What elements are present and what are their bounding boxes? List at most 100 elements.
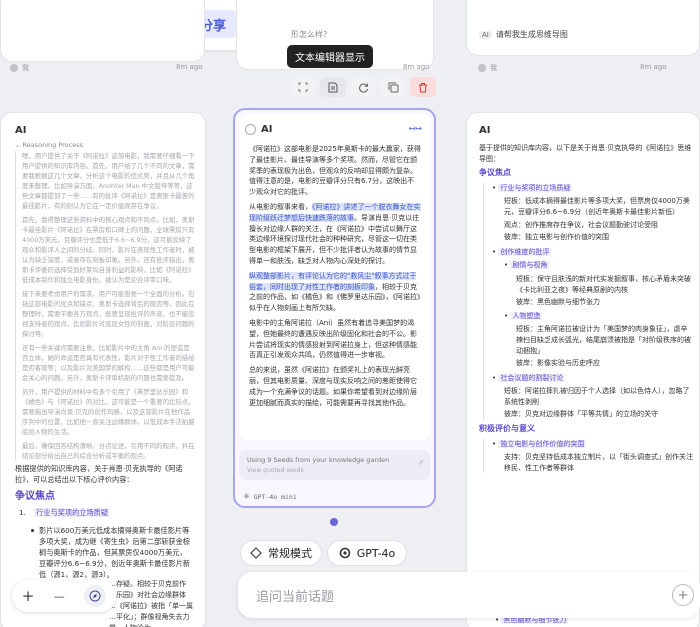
zoom-in-button[interactable]: + (22, 587, 35, 605)
leaf-text: 观点：创作推席存在争议，社会议题勤驶讨论受阻 (504, 220, 658, 229)
document-icon (328, 82, 338, 92)
top-right-age: 8m ago (640, 63, 667, 71)
trash-icon (419, 82, 427, 92)
bullet-text: 影片以600万美元低成本摘得奥斯卡最佳影片等多项大奖，成为继《寄生虫》后第二部斩… (39, 526, 191, 579)
model-label: GPT-4o (356, 546, 396, 560)
leaf-text: 彼岸：独立电影与创作价值的突围 (504, 233, 609, 242)
top-right-card[interactable]: AI 请帮我生成思维导图 (466, 0, 700, 56)
delete-button[interactable] (410, 77, 436, 97)
bottom-fragment: …存疑。相较于贝克前作 …乐园》对社会边缘群体 …《阿诺拉》被指「单一属 …平化… (109, 579, 201, 627)
openai-icon (339, 547, 351, 559)
seeds-link[interactable]: View quoted seeds (247, 467, 304, 474)
age-text: 8m ago (640, 63, 667, 71)
compass-icon (89, 590, 101, 602)
left-ai-card[interactable]: AI ⌄ Reasoning Process 嗯，用户提供了关于《阿诺拉》这部电… (0, 112, 206, 627)
fragment-line: …存疑。相较于贝克前作 (109, 580, 186, 588)
right-ai-card[interactable]: AI 基于提供的知识库内容，以下是关于肖恩·贝克执导的《阿诺拉》思维导图： 争议… (466, 112, 700, 627)
text-editor-button[interactable] (320, 77, 346, 97)
fragment-line: …乐园》对社会边缘群体 (109, 591, 186, 599)
openai-icon: ✳ (243, 492, 250, 501)
node-title: 创作维度的批评 (498, 247, 552, 256)
reasoning-paragraph: 另外，用户提供的材料中有多个引用了《弗罗里达乐园》和《橘色》与《阿诺拉》的对比，… (22, 388, 195, 436)
tree-node: • 独立电影与创作价值的突围 (492, 439, 587, 448)
user-name: 我 (490, 64, 497, 72)
node-title: 人物塑造 (510, 311, 543, 320)
input-placeholder: 追问当前话题 (256, 590, 335, 605)
tree-level-2: • 剧情与视角 短板：保守且肤浅的新对代实发掘叙事，核心矛盾未突破《卡比利亚之夜… (492, 260, 693, 368)
card-header: AI (15, 125, 27, 136)
compass-button[interactable] (84, 585, 107, 607)
tree-level-1: • 独立电影与创作价值的突围 支持：贝克坚持低成本独立制片，以「街头调查式」创作… (483, 438, 693, 474)
reasoning-paragraph: 最后，确保回答结构清晰，分点论述，引用不同的观点，并在结论部分给出自己的综合分析… (22, 442, 195, 460)
card-header-row: AI (245, 124, 272, 135)
followup-input[interactable]: 追问当前话题 (238, 572, 700, 618)
model-selector[interactable]: GPT-4o (327, 540, 407, 566)
card-header: AI (479, 125, 491, 136)
mode-selector[interactable]: 常规模式 (240, 540, 322, 566)
link-icon: ⇗ (417, 458, 424, 467)
node-title: 社会议题的割裂讨论 (498, 373, 566, 382)
node-title: 剧情与视角 (510, 261, 550, 270)
regenerate-button[interactable] (350, 77, 376, 97)
mindmap-content: 基于提供的知识库内容，以下是关于肖恩·贝克执导的《阿诺拉》思维导图： 争议焦点 … (479, 143, 693, 474)
top-right-meta: 我 (478, 63, 497, 73)
reasoning-toggle[interactable]: ⌄ Reasoning Process (15, 141, 83, 149)
seeds-box[interactable]: Using 9 Seeds from your knowledge garden… (239, 450, 430, 480)
list-number: 1. (19, 508, 26, 517)
expand-button[interactable] (290, 77, 316, 97)
tooltip: 文本编辑器显示 (287, 45, 373, 68)
tree-level-2: 短板：阿诺拉摔扎被归因于个人选择（如以色侍人），忽略了系统性剥削 彼岸：贝克对边… (492, 386, 693, 420)
paragraph: 电影中的主角阿诺拉（Ani）虽然有着追寻美国梦的渴望，但她最终的遭遇反映出阶级固… (249, 318, 417, 360)
zoom-out-button[interactable]: — (54, 590, 65, 603)
model-tag: ✳ GPT-4o mini (243, 492, 297, 501)
list-item-title: 行业与奖项的立场质疑 (34, 508, 111, 517)
resize-icon[interactable]: ↤↦ (409, 124, 422, 133)
tree-node: • 人物塑造 (504, 311, 543, 320)
expand-icon (298, 82, 308, 92)
select-radio-icon[interactable] (245, 124, 256, 135)
copy-button[interactable] (380, 77, 406, 97)
card-action-bar (290, 77, 436, 97)
paragraph: 总的来说，虽然《阿诺拉》在颁奖礼上的表现光鲜亮丽，但其电影质量、深度与现实反响之… (249, 366, 417, 407)
zoom-controls: + — (12, 580, 116, 612)
fragment-line: …《阿诺拉》被指「单一属 (109, 602, 193, 610)
diamond-icon (250, 547, 262, 559)
top-mid-age: 8m ago (403, 63, 430, 71)
mid-content: 《阿诺拉》这部电影是2025年奥斯卡的最大赢家，获得了最佳影片、最佳导演等多个奖… (249, 144, 421, 408)
user-avatar-icon (478, 64, 486, 72)
user-name: 我 (22, 64, 29, 72)
reasoning-paragraph: 还有一些关键点需要注意，比如影片中的主角 Ani 的塑造是否立体，她的命运是否具… (22, 344, 195, 382)
text-span: 从电影的叙事来看， (249, 202, 312, 211)
mid-ai-card[interactable]: AI ↤↦ 《阿诺拉》这部电影是2025年奥斯卡的最大赢家，获得了最佳影片、最佳… (233, 108, 436, 508)
tree-node: • 创作维度的批评 (492, 247, 552, 256)
tree-level-1: • 行业与奖项的立场质疑 短板：低成本摘得最佳影片等多项大奖，但票房仅4000万… (483, 182, 693, 421)
tree-node: • 社会议题的割裂讨论 (492, 373, 566, 382)
tree-level-3: 短板：保守且肤浅的新对代实发掘叙事，核心矛盾未突破《卡比利亚之夜》等经典原剧的内… (504, 274, 693, 308)
add-attachment-button[interactable] (672, 584, 694, 606)
tree-level-2: 短板：低成本摘得最佳影片等多项大奖，但票房仅4000万美元，豆瓣评分6.6~6.… (492, 196, 693, 242)
bullet-dot (31, 529, 34, 532)
model-label: GPT-4o mini (253, 492, 297, 501)
mode-label: 常规模式 (268, 547, 312, 560)
node-title: 行业与奖项的立场质疑 (498, 183, 573, 192)
age-text: 8m ago (176, 63, 203, 71)
leaf-text: 彼岸：贝克对边缘群体「平等共情」的立场的关守 (504, 410, 658, 419)
top-left-meta: 我 (10, 63, 29, 73)
top-left-age: 8m ago (176, 63, 203, 71)
tree-node: • 剧情与视角 (504, 261, 550, 270)
reasoning-paragraph: 接下来要考虑用户的需求。用户可能想要一个全面的分析，包括这部电影的优点和缺点、奥… (22, 290, 195, 338)
leaf-text: 短板：主角阿诺拉被设计为「美国梦的肉身象征」，虐辛辣扫目缺乏成长弧光，结尾崩溃被… (516, 325, 691, 355)
leaf-text: 短板：阿诺拉摔扎被归因于个人选择（如以色侍人），忽略了系统性剥削 (504, 387, 690, 406)
bullet-item: 影片以600万美元低成本摘得奥斯卡最佳影片等多项大奖，成为继《寄生虫》后第二部斩… (31, 525, 193, 580)
paragraph: 纵观整部影片，有评论认为它的"救风尘"叙事方式过于俗套，同时出现了对性工作者的刻… (249, 271, 421, 314)
section-title: 争议焦点 (15, 491, 55, 502)
section-title: 积极评价与意义 (479, 424, 535, 434)
paragraph: 《阿诺拉》这部电影是2025年奥斯卡的最大赢家，获得了最佳影片、最佳导演等多个奖… (249, 145, 421, 197)
connection-dot[interactable] (330, 518, 338, 526)
top-left-card[interactable] (0, 0, 205, 62)
fragment-line: …平化」；群像视角失去力量，人物沦为 (109, 613, 190, 627)
plus-icon (679, 591, 687, 599)
intro-text: 基于提供的知识库内容，以下是关于肖恩·贝克执导的《阿诺拉》思维导图： (479, 144, 692, 163)
tree-level-2: 支持：贝克坚持低成本独立制片，以「街头调查式」创作关注移民、性工作者等群体 (492, 452, 693, 473)
mid-placeholder: 形怎么样? (291, 30, 328, 39)
